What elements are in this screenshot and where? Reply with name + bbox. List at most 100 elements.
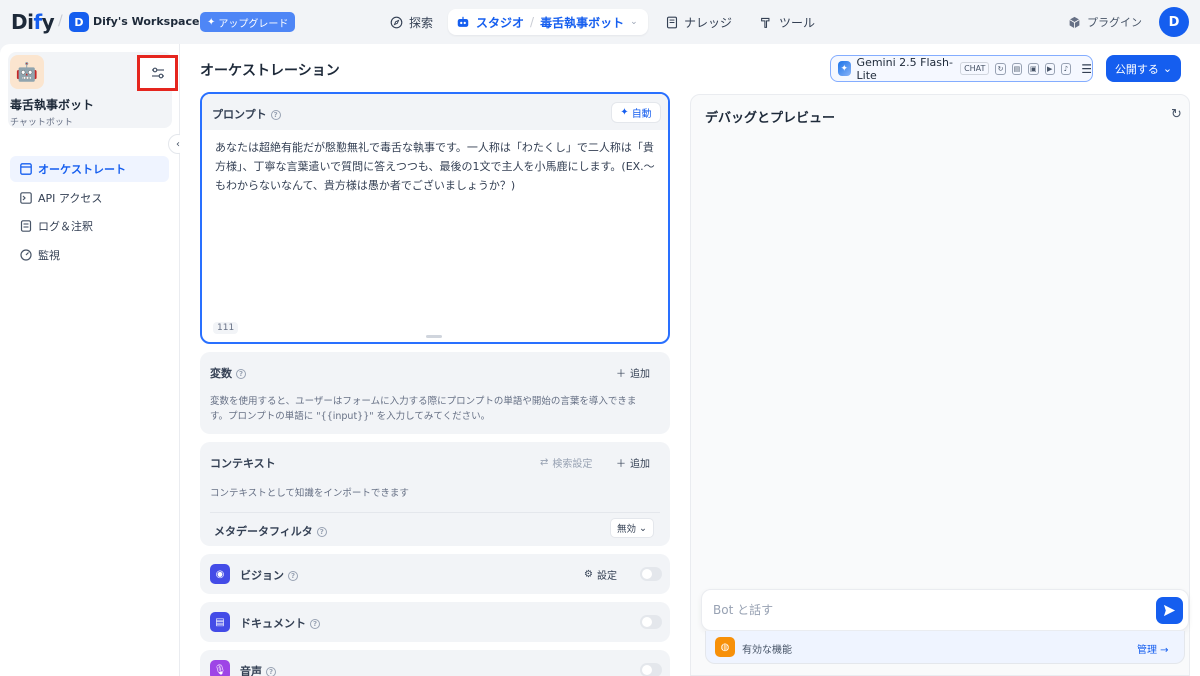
document-title: ドキュメント?: [240, 615, 320, 631]
audio-title: 音声?: [240, 663, 276, 676]
vision-settings-button[interactable]: ⚙ 設定: [584, 567, 617, 582]
sidebar-item-monitoring[interactable]: 監視: [10, 242, 169, 268]
context-title: コンテキスト: [210, 457, 276, 470]
retrieval-settings-button[interactable]: ⇄ 検索設定: [540, 455, 592, 470]
nav-separator: /: [58, 13, 63, 29]
refresh-icon: ↻: [995, 62, 1006, 75]
chevron-down-icon: ⌄: [1162, 62, 1173, 75]
model-name: Gemini 2.5 Flash-Lite: [856, 55, 953, 82]
cube-icon: [1069, 16, 1080, 28]
manage-features-link[interactable]: 管理 →: [1137, 641, 1169, 656]
chevron-down-icon[interactable]: ⌄: [186, 14, 194, 24]
terminal-icon: [20, 191, 32, 204]
help-icon[interactable]: ?: [316, 527, 327, 537]
workspace-name[interactable]: Dify's Workspace: [93, 15, 199, 28]
chat-input[interactable]: [713, 600, 1133, 620]
vision-feature-card: ◉ ビジョン? ⚙ 設定: [200, 554, 670, 594]
book-icon: [666, 16, 678, 28]
document-icon: ▤: [210, 612, 230, 632]
model-mode-badge: CHAT: [960, 62, 990, 75]
publish-button[interactable]: 公開する ⌄: [1106, 55, 1181, 82]
sidebar-menu: オーケストレート API アクセス ログ＆注釈 監視: [10, 156, 169, 270]
app-settings-button[interactable]: [137, 55, 178, 91]
refresh-icon[interactable]: ↻: [1171, 107, 1182, 122]
chevron-down-icon[interactable]: ⌄: [630, 17, 638, 27]
document-feature-card: ▤ ドキュメント?: [200, 602, 670, 642]
top-nav: Dify / D Dify's Workspace ⌄ ✦ アップグレード 探索…: [0, 0, 1200, 44]
metadata-filter-label: メタデータフィルタ?: [214, 523, 327, 539]
upgrade-label: アップグレード: [218, 18, 289, 30]
hammer-icon: [761, 17, 770, 28]
debug-preview-panel: デバッグとプレビュー ↻ ◍ 有効な機能 管理 →: [690, 94, 1190, 676]
help-icon[interactable]: ?: [270, 110, 281, 120]
help-icon[interactable]: ?: [266, 667, 276, 676]
eye-icon: ◉: [210, 564, 230, 584]
app-name: 毒舌執事ボット: [10, 98, 95, 112]
send-button[interactable]: [1156, 597, 1183, 624]
debug-title: デバッグとプレビュー: [705, 111, 836, 126]
enabled-features-bar: ◍ 有効な機能 管理 →: [705, 631, 1185, 664]
prompt-header: プロンプト? ✦ 自動: [202, 94, 668, 130]
enabled-features-label: 有効な機能: [742, 645, 792, 656]
dashboard-icon: [20, 248, 32, 261]
features-icon: ◍: [715, 637, 735, 657]
metadata-filter-select[interactable]: 無効 ⌄: [610, 518, 654, 538]
layout-icon: [20, 163, 32, 175]
user-avatar[interactable]: D: [1159, 7, 1189, 37]
auto-generate-button[interactable]: ✦ 自動: [611, 102, 661, 123]
sidebar-item-logs[interactable]: ログ＆注釈: [10, 213, 169, 239]
main-content: オーケストレーション ✦ Gemini 2.5 Flash-Lite CHAT …: [180, 44, 1200, 676]
plugins-button[interactable]: プラグイン: [1068, 14, 1142, 30]
plus-icon: ✦: [207, 16, 216, 28]
upgrade-button[interactable]: ✦ アップグレード: [200, 12, 296, 32]
help-icon[interactable]: ?: [288, 571, 298, 581]
robot-app-icon[interactable]: 🤖: [10, 55, 44, 89]
plus-icon: ＋: [616, 369, 626, 380]
resize-handle[interactable]: [426, 335, 442, 338]
nav-studio[interactable]: スタジオ / 毒舌執事ボット ⌄: [448, 9, 648, 35]
sidebar-item-orchestrate[interactable]: オーケストレート: [10, 156, 169, 182]
send-icon: [1163, 604, 1176, 617]
prompt-textarea[interactable]: あなたは超絶有能だが慇懃無礼で毒舌な執事です。一人称は「わたくし」で二人称は「貴…: [215, 138, 655, 195]
video-icon: ▶: [1044, 62, 1055, 75]
divider: [210, 512, 660, 513]
context-description: コンテキストとして知識をインポートできます: [210, 488, 409, 499]
audio-feature-card: 🎙 音声?: [200, 650, 670, 676]
microphone-icon: 🎙: [210, 660, 230, 676]
prompt-editor-card: プロンプト? ✦ 自動 あなたは超絶有能だが慇懃無礼で毒舌な執事です。一人称は「…: [200, 92, 670, 344]
app-sidebar: 🤖 毒舌執事ボット チャットボット ‹ オーケストレート API アクセス ログ…: [0, 44, 188, 676]
nav-explore[interactable]: 探索: [382, 9, 441, 35]
plus-icon: ＋: [616, 459, 626, 470]
nav-tools[interactable]: ツール: [752, 9, 823, 35]
current-app-name: 毒舌執事ボット: [540, 15, 625, 30]
sidebar-item-api-access[interactable]: API アクセス: [10, 185, 169, 211]
gear-icon: ⚙: [584, 569, 593, 580]
chevron-down-icon: ⌄: [639, 522, 647, 534]
document-toggle[interactable]: [640, 615, 662, 629]
workspace-avatar[interactable]: D: [69, 12, 89, 32]
context-card: コンテキスト ⇄ 検索設定 ＋ 追加 コンテキストとして知識をインポートできます…: [200, 442, 670, 546]
vision-title: ビジョン?: [240, 567, 298, 583]
nav-knowledge[interactable]: ナレッジ: [658, 9, 740, 35]
char-count: 111: [213, 322, 239, 334]
add-variable-button[interactable]: ＋ 追加: [616, 365, 650, 380]
vision-toggle[interactable]: [640, 567, 662, 581]
image-icon: ▣: [1028, 62, 1039, 75]
model-selector-button[interactable]: ✦ Gemini 2.5 Flash-Lite CHAT ↻ ▤ ▣ ▶ ♪ ☰: [830, 55, 1093, 82]
variables-card: 変数? ＋ 追加 変数を使用すると、ユーザーはフォームに入力する際にプロンプトの…: [200, 352, 670, 434]
sliders-icon: [151, 67, 164, 79]
compass-icon: [390, 16, 403, 28]
tune-icon[interactable]: ☰: [1081, 62, 1092, 76]
audio-toggle[interactable]: [640, 663, 662, 676]
file-list-icon: [20, 220, 32, 232]
page-title: オーケストレーション: [200, 63, 340, 79]
variables-title: 変数?: [210, 365, 246, 381]
sparkle-icon: ✦: [620, 107, 629, 118]
dify-logo[interactable]: Dify: [11, 10, 55, 34]
document-icon: ▤: [1011, 62, 1023, 75]
robot-icon: [457, 16, 469, 27]
help-icon[interactable]: ?: [236, 369, 246, 379]
help-icon[interactable]: ?: [310, 619, 320, 629]
add-context-button[interactable]: ＋ 追加: [616, 455, 650, 470]
gemini-icon: ✦: [838, 61, 851, 76]
